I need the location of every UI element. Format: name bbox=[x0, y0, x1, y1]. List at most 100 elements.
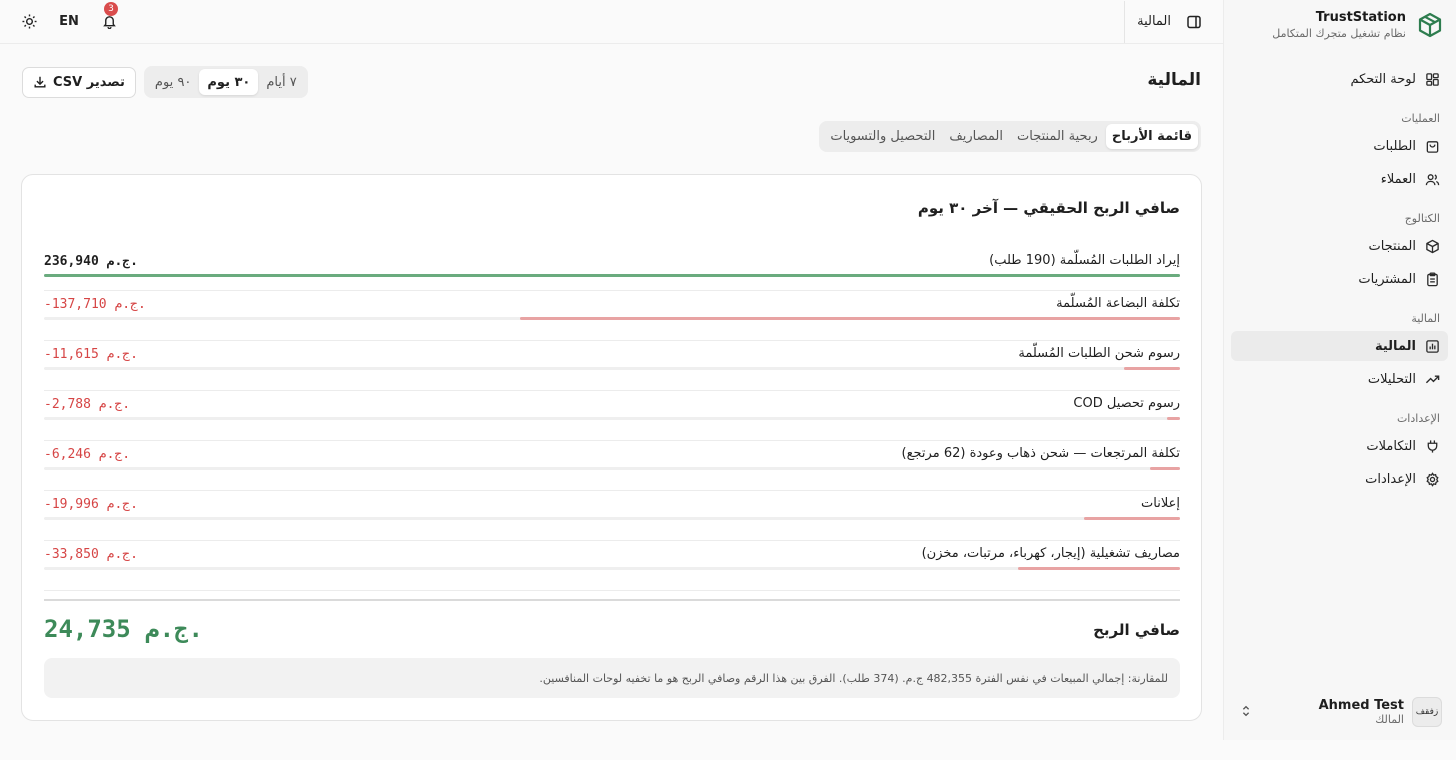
nav-group-catalog: الكتالوج bbox=[1404, 212, 1440, 225]
export-label: تصدير CSV bbox=[53, 74, 125, 90]
cube-logo-icon bbox=[1418, 12, 1442, 38]
package-icon bbox=[1424, 238, 1440, 254]
sidebar-item-dashboard[interactable]: لوحة التحكم bbox=[1231, 64, 1448, 94]
language-toggle-button[interactable]: EN bbox=[58, 11, 80, 33]
theme-toggle-button[interactable] bbox=[18, 11, 40, 33]
header-right: المالية bbox=[1124, 0, 1205, 43]
nav-group-finance: المالية bbox=[1411, 312, 1440, 325]
tab-collections[interactable]: التحصيل والتسويات bbox=[824, 124, 941, 149]
row-label: إيراد الطلبات المُسلّمة (190 طلب) bbox=[989, 253, 1180, 268]
user-menu[interactable]: زفقف Ahmed Test المالك bbox=[1231, 694, 1448, 730]
sidebar-item-finance[interactable]: المالية bbox=[1231, 331, 1448, 361]
row-value: -19,996 ج.م. bbox=[44, 497, 138, 512]
sidebar-item-products[interactable]: المنتجات bbox=[1231, 231, 1448, 261]
row-bar bbox=[519, 317, 1180, 320]
bar-chart-icon bbox=[1424, 338, 1440, 354]
sidebar-item-label: الإعدادات bbox=[1365, 471, 1416, 487]
row-label: رسوم تحصيل COD bbox=[1073, 396, 1180, 411]
sidebar-item-orders[interactable]: الطلبات bbox=[1231, 131, 1448, 161]
card-title: صافي الربح الحقيقي — آخر ٣٠ يوم bbox=[917, 199, 1180, 217]
tab-product-profitability[interactable]: ربحية المنتجات bbox=[1011, 124, 1104, 149]
sidebar-item-purchases[interactable]: المشتريات bbox=[1231, 264, 1448, 294]
chevrons-up-down-icon bbox=[1237, 704, 1253, 720]
row-bar-track bbox=[44, 417, 1180, 420]
sun-icon bbox=[21, 14, 37, 29]
row-bar bbox=[1150, 467, 1180, 470]
sidebar: TrustStation نظام تشغيل متجرك المتكامل ل… bbox=[1223, 0, 1456, 740]
row-label: مصاريف تشغيلية (إيجار، كهرباء، مرتبات، م… bbox=[921, 546, 1180, 561]
profit-statement-card: صافي الربح الحقيقي — آخر ٣٠ يوم إيراد ال… bbox=[21, 174, 1202, 721]
row-bar-track bbox=[44, 274, 1180, 277]
row-bar bbox=[44, 274, 1180, 277]
clipboard-icon bbox=[1424, 271, 1440, 287]
brand-name: TrustStation bbox=[1315, 10, 1406, 25]
profit-row: إيراد الطلبات المُسلّمة (190 طلب) 236,94… bbox=[44, 248, 1180, 291]
sidebar-nav: لوحة التحكم العمليات الطلبات العملاء الك… bbox=[1231, 64, 1448, 497]
range-30-days[interactable]: ٣٠ يوم bbox=[199, 69, 259, 95]
row-bar-track bbox=[44, 567, 1180, 570]
sidebar-item-integrations[interactable]: التكاملات bbox=[1231, 431, 1448, 461]
row-bar bbox=[1017, 567, 1180, 570]
tab-expenses[interactable]: المصاريف bbox=[943, 124, 1009, 149]
toolbar: تصدير CSV ٧ أيام ٣٠ يوم ٩٠ يوم bbox=[22, 66, 308, 98]
row-bar-track bbox=[44, 367, 1180, 370]
header-left: EN 3 bbox=[18, 0, 120, 43]
row-value: -6,246 ج.م. bbox=[44, 447, 131, 462]
nav-group-operations: العمليات bbox=[1401, 112, 1440, 125]
tab-profit-statement[interactable]: قائمة الأرباح bbox=[1105, 124, 1198, 149]
sidebar-item-label: المالية bbox=[1374, 338, 1416, 354]
profit-row: تكلفة البضاعة المُسلّمة -137,710 ج.م. bbox=[44, 291, 1180, 341]
sidebar-item-label: لوحة التحكم bbox=[1350, 71, 1416, 87]
top-header: المالية EN 3 bbox=[0, 0, 1223, 44]
sidebar-item-label: المشتريات bbox=[1358, 271, 1416, 287]
profit-row: رسوم شحن الطلبات المُسلّمة -11,615 ج.م. bbox=[44, 341, 1180, 391]
date-range-selector: ٧ أيام ٣٠ يوم ٩٠ يوم bbox=[143, 66, 308, 98]
shopping-bag-icon bbox=[1424, 138, 1440, 154]
profit-row: مصاريف تشغيلية (إيجار، كهرباء، مرتبات، م… bbox=[44, 541, 1180, 591]
row-value: -2,788 ج.م. bbox=[44, 397, 131, 412]
comparison-note: للمقارنة: إجمالي المبيعات في نفس الفترة … bbox=[44, 658, 1180, 698]
profit-row: تكلفة المرتجعات — شحن ذهاب وعودة (62 مرت… bbox=[44, 441, 1180, 491]
nav-group-settings: الإعدادات bbox=[1396, 412, 1440, 425]
finance-tabs: قائمة الأرباح ربحية المنتجات المصاريف ال… bbox=[819, 121, 1201, 152]
header-title: المالية bbox=[1137, 14, 1171, 29]
row-bar bbox=[1084, 517, 1180, 520]
row-value: 236,940 ج.م. bbox=[44, 254, 138, 269]
bell-icon bbox=[102, 16, 116, 29]
sidebar-item-analytics[interactable]: التحليلات bbox=[1231, 364, 1448, 394]
row-bar-track bbox=[44, 317, 1180, 320]
row-bar-track bbox=[44, 517, 1180, 520]
user-name: Ahmed Test bbox=[1318, 698, 1404, 713]
plug-icon bbox=[1424, 438, 1440, 454]
net-profit-value: 24,735 ج.م. bbox=[44, 615, 203, 643]
export-csv-button[interactable]: تصدير CSV bbox=[22, 66, 136, 98]
net-profit-label: صافي الربح bbox=[1093, 621, 1180, 639]
sidebar-item-customers[interactable]: العملاء bbox=[1231, 164, 1448, 194]
profit-row: رسوم تحصيل COD -2,788 ج.م. bbox=[44, 391, 1180, 441]
row-value: -11,615 ج.م. bbox=[44, 347, 138, 362]
sidebar-item-label: التكاملات bbox=[1366, 438, 1416, 454]
profit-rows: إيراد الطلبات المُسلّمة (190 طلب) 236,94… bbox=[44, 248, 1180, 591]
sidebar-item-settings[interactable]: الإعدادات bbox=[1231, 464, 1448, 494]
users-icon bbox=[1424, 171, 1440, 187]
notifications-button[interactable]: 3 bbox=[98, 1, 120, 33]
sidebar-item-label: الطلبات bbox=[1373, 138, 1416, 154]
gear-icon bbox=[1424, 471, 1440, 487]
range-7-days[interactable]: ٧ أيام bbox=[258, 69, 304, 95]
download-icon bbox=[34, 76, 46, 88]
sidebar-item-label: المنتجات bbox=[1368, 238, 1416, 254]
range-90-days[interactable]: ٩٠ يوم bbox=[147, 69, 199, 95]
row-value: -33,850 ج.م. bbox=[44, 547, 138, 562]
row-bar bbox=[1166, 417, 1180, 420]
sidebar-toggle-icon[interactable] bbox=[1183, 11, 1205, 33]
sidebar-item-label: التحليلات bbox=[1367, 371, 1416, 387]
row-bar-track bbox=[44, 467, 1180, 470]
row-label: إعلانات bbox=[1141, 496, 1180, 511]
row-value: -137,710 ج.م. bbox=[44, 297, 146, 312]
net-profit-row: صافي الربح 24,735 ج.م. bbox=[44, 599, 1180, 659]
dashboard-icon bbox=[1424, 71, 1440, 87]
user-role: المالك bbox=[1375, 713, 1404, 726]
row-label: رسوم شحن الطلبات المُسلّمة bbox=[1018, 346, 1180, 361]
brand-subtitle: نظام تشغيل متجرك المتكامل bbox=[1272, 27, 1406, 40]
row-label: تكلفة البضاعة المُسلّمة bbox=[1056, 296, 1180, 311]
